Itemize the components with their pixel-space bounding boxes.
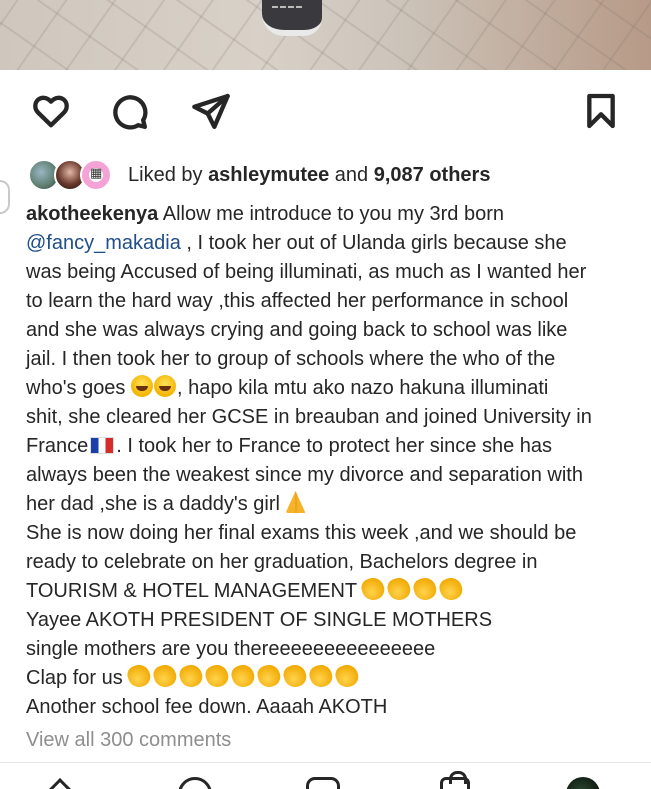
clapping-hands-emoji <box>125 662 154 690</box>
clapping-hands-emoji <box>229 662 258 690</box>
caption-text: and she was always crying and going back… <box>26 319 568 341</box>
bottom-navigation-bar <box>0 762 651 789</box>
caption-text: France <box>26 435 89 457</box>
caption-text: single mothers are you thereeeeeeeeeeeee… <box>26 638 436 660</box>
heart-icon[interactable] <box>28 88 74 134</box>
post-photo[interactable] <box>0 0 651 70</box>
likes-prefix: Liked by <box>128 163 203 186</box>
shoe-in-photo <box>262 0 322 36</box>
view-all-comments-link[interactable]: View all 300 comments <box>26 729 231 752</box>
likes-summary[interactable]: Liked by ashleymutee and 9,087 others <box>128 164 490 187</box>
caption-username[interactable]: akotheekenya <box>26 203 158 225</box>
caption-text: her dad ,she is a daddy's girl <box>26 493 280 515</box>
clapping-hands-emoji <box>203 662 232 690</box>
caption-text: Clap for us <box>26 667 123 689</box>
caption-text: , hapo kila mtu ako nazo hakuna illumina… <box>177 377 549 399</box>
caption-text: She is now doing her final exams this we… <box>26 522 577 544</box>
france-flag-emoji <box>90 437 115 454</box>
clapping-hands-emoji <box>333 662 362 690</box>
home-icon[interactable] <box>43 778 77 789</box>
caption-text: shit, she cleared her GCSE in breauban a… <box>26 406 592 428</box>
reels-icon[interactable] <box>306 777 340 789</box>
caption-text: TOURISM & HOTEL MANAGEMENT <box>26 580 357 602</box>
clapping-hands-emoji <box>411 575 440 603</box>
likes-count[interactable]: 9,087 others <box>374 164 491 186</box>
clapping-hands-emoji <box>177 662 206 690</box>
caption-text: jail. I then took her to group of school… <box>26 348 556 370</box>
clapping-hands-emoji <box>437 575 466 603</box>
clapping-hands-emoji <box>151 662 180 690</box>
caption-text: Allow me introduce to you my 3rd born <box>162 203 505 225</box>
clapping-hands-emoji <box>255 662 284 690</box>
caption-text: who's goes <box>26 377 126 399</box>
caption-text: Yayee AKOTH PRESIDENT OF SINGLE MOTHERS <box>26 609 493 631</box>
bookmark-icon[interactable] <box>578 88 624 134</box>
caption-text: was being Accused of being illuminati, a… <box>26 261 587 283</box>
caption-text: . I took her to France to protect her si… <box>116 435 553 457</box>
search-icon[interactable] <box>178 777 212 789</box>
caption-text: to learn the hard way ,this affected her… <box>26 290 569 312</box>
caption-text: , I took her out of Ulanda girls because… <box>186 232 567 254</box>
post-caption: akotheekenya Allow me introduce to you m… <box>26 200 630 722</box>
avatar <box>80 159 112 191</box>
comment-icon[interactable] <box>106 88 152 134</box>
likes-row[interactable]: Liked by ashleymutee and 9,087 others <box>28 155 490 195</box>
caption-text: Another school fee down. Aaaah AKOTH <box>26 696 388 718</box>
clapping-hands-emoji <box>281 662 310 690</box>
liker-username[interactable]: ashleymutee <box>208 164 329 186</box>
caption-mention[interactable]: @fancy_makadia <box>26 232 181 254</box>
side-edge-indicator <box>0 180 10 214</box>
clapping-hands-emoji <box>385 575 414 603</box>
rolling-on-floor-laughing-emoji <box>154 375 176 397</box>
profile-avatar-icon[interactable] <box>566 777 600 789</box>
folded-hands-emoji <box>285 491 306 513</box>
caption-text: ready to celebrate on her graduation, Ba… <box>26 551 538 573</box>
post-action-bar <box>0 88 651 136</box>
clapping-hands-emoji <box>307 662 336 690</box>
likes-and: and <box>334 163 369 186</box>
liker-avatars <box>28 157 118 193</box>
rolling-on-floor-laughing-emoji <box>131 375 153 397</box>
shop-icon[interactable] <box>440 771 470 789</box>
clapping-hands-emoji <box>359 575 388 603</box>
paper-plane-icon[interactable] <box>188 88 234 134</box>
caption-text: always been the weakest since my divorce… <box>26 464 583 486</box>
